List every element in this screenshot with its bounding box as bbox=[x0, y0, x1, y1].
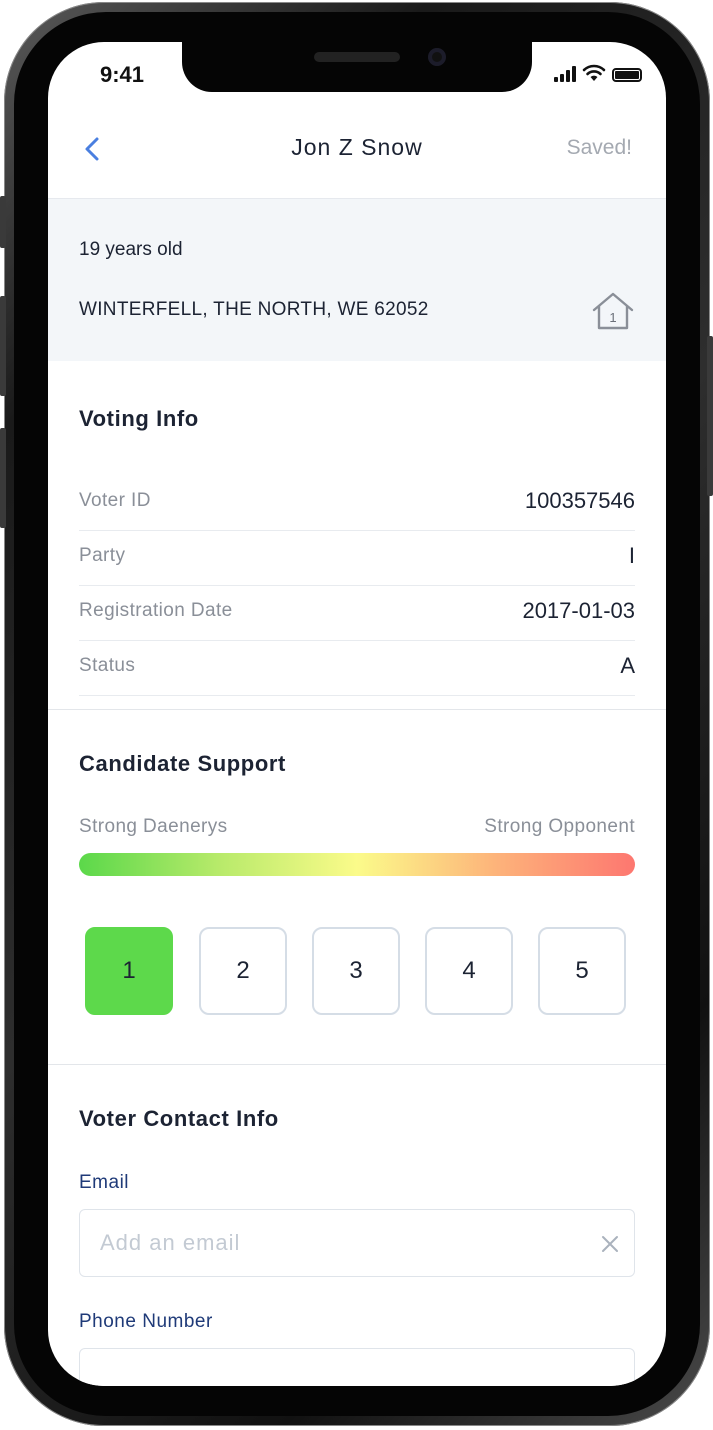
saved-status: Saved! bbox=[566, 136, 632, 159]
support-option-1[interactable]: 1 bbox=[85, 927, 173, 1015]
notch bbox=[182, 42, 532, 92]
candidate-support-title: Candidate Support bbox=[79, 751, 286, 776]
close-icon[interactable] bbox=[600, 1234, 620, 1254]
support-option-5[interactable]: 5 bbox=[538, 927, 626, 1015]
volume-down-button bbox=[0, 428, 6, 528]
battery-icon bbox=[612, 68, 642, 82]
info-value: 2017-01-03 bbox=[522, 598, 635, 623]
support-rating-options: 1 2 3 4 5 bbox=[85, 927, 629, 1017]
support-option-2[interactable]: 2 bbox=[199, 927, 287, 1015]
voting-info-title: Voting Info bbox=[79, 406, 199, 431]
info-value: A bbox=[620, 653, 635, 678]
power-button bbox=[707, 336, 713, 496]
info-row-party: Party I bbox=[79, 531, 635, 586]
cellular-signal-icon bbox=[554, 66, 576, 82]
wifi-icon bbox=[582, 64, 606, 81]
voter-address: WINTERFELL, THE NORTH, WE 62052 bbox=[79, 299, 429, 320]
section-divider bbox=[48, 1064, 666, 1065]
voter-contact-title: Voter Contact Info bbox=[79, 1106, 279, 1131]
email-label: Email bbox=[79, 1172, 130, 1193]
support-gradient-bar bbox=[79, 853, 635, 876]
info-label: Voter ID bbox=[79, 490, 151, 511]
status-time: 9:41 bbox=[100, 62, 145, 87]
home-icon[interactable]: 1 bbox=[590, 291, 636, 331]
phone-number-input[interactable] bbox=[100, 1365, 570, 1386]
info-label: Registration Date bbox=[79, 600, 233, 621]
profile-summary: 19 years old WINTERFELL, THE NORTH, WE 6… bbox=[48, 199, 666, 361]
volume-up-button bbox=[0, 296, 6, 396]
household-count: 1 bbox=[609, 310, 616, 325]
phone-number-field bbox=[79, 1348, 635, 1386]
voter-age: 19 years old bbox=[79, 239, 183, 260]
phone-number-label: Phone Number bbox=[79, 1311, 213, 1332]
silent-switch bbox=[0, 196, 6, 248]
section-divider bbox=[48, 709, 666, 710]
info-value: 100357546 bbox=[524, 488, 635, 513]
scale-left-label: Strong Daenerys bbox=[79, 816, 228, 837]
nav-bar: Jon Z Snow Saved! bbox=[48, 124, 666, 199]
info-value: I bbox=[628, 543, 635, 568]
support-option-3[interactable]: 3 bbox=[312, 927, 400, 1015]
info-row-registration-date: Registration Date 2017-01-03 bbox=[79, 586, 635, 641]
support-option-4[interactable]: 4 bbox=[425, 927, 513, 1015]
email-input[interactable] bbox=[100, 1226, 570, 1260]
email-field bbox=[79, 1209, 635, 1277]
info-label: Party bbox=[79, 545, 126, 566]
front-camera bbox=[428, 48, 446, 66]
status-icons bbox=[554, 64, 642, 82]
scale-right-label: Strong Opponent bbox=[484, 816, 635, 837]
info-label: Status bbox=[79, 655, 136, 676]
earpiece-speaker bbox=[314, 52, 400, 62]
app-screen: 9:41 Jon Z Snow Saved! 19 years old WINT… bbox=[48, 42, 666, 1386]
info-row-status: Status A bbox=[79, 641, 635, 696]
info-row-voter-id: Voter ID 100357546 bbox=[79, 476, 635, 531]
